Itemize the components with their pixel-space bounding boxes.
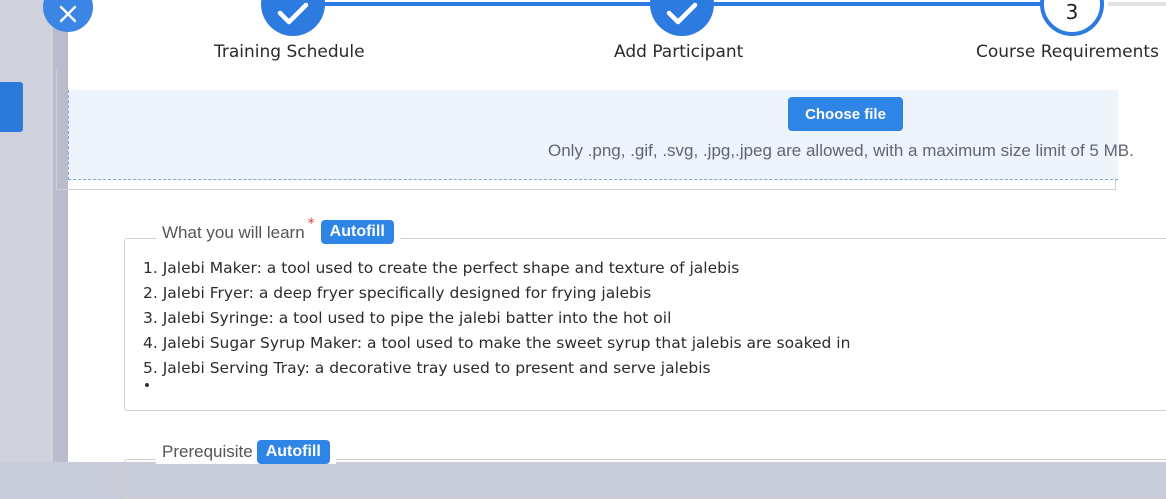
step-connector-3 xyxy=(1108,2,1166,6)
stepper: Training Schedule Add Participant 3 Cour… xyxy=(68,0,1166,90)
upload-hint: Only .png, .gif, .svg, .jpg,.jpeg are al… xyxy=(548,141,1134,160)
prerequisite-legend-label: Prerequisite xyxy=(162,442,253,461)
step-1-label: Training Schedule xyxy=(214,42,365,62)
learn-list: 1. Jalebi Maker: a tool used to create t… xyxy=(143,256,850,381)
step-2-label: Add Participant xyxy=(614,42,744,62)
prerequisite-textarea[interactable] xyxy=(124,459,1166,499)
step-2-circle[interactable] xyxy=(650,0,714,36)
learn-autofill-button[interactable]: Autofill xyxy=(320,220,394,244)
checkmark-icon xyxy=(666,2,698,25)
step-3-label: Course Requirements xyxy=(976,42,1159,62)
list-item: 3. Jalebi Syringe: a tool used to pipe t… xyxy=(143,309,672,327)
choose-file-button[interactable]: Choose file xyxy=(788,97,903,131)
step-connector-2 xyxy=(713,2,1048,6)
prerequisite-legend: Prerequisite Autofill xyxy=(156,440,336,464)
list-item: 4. Jalebi Sugar Syrup Maker: a tool used… xyxy=(143,334,851,352)
checkmark-icon xyxy=(277,2,309,25)
step-3-number: 3 xyxy=(1065,0,1079,24)
required-mark: * xyxy=(307,216,315,232)
step-connector-1 xyxy=(324,2,664,6)
file-drop-zone[interactable] xyxy=(68,90,1118,180)
list-item: 1. Jalebi Maker: a tool used to create t… xyxy=(143,259,740,277)
backdrop-sidebar-tab xyxy=(0,82,23,132)
step-1-circle[interactable] xyxy=(261,0,325,36)
close-icon xyxy=(59,5,77,23)
learn-legend-label: What you will learn xyxy=(162,223,305,242)
list-item: 5. Jalebi Serving Tray: a decorative tra… xyxy=(143,359,711,377)
list-item: 2. Jalebi Fryer: a deep fryer specifical… xyxy=(143,284,652,302)
learn-legend: What you will learn * Autofill xyxy=(156,216,400,244)
list-bullet xyxy=(145,383,149,387)
prerequisite-autofill-button[interactable]: Autofill xyxy=(256,440,330,464)
step-3-circle[interactable]: 3 xyxy=(1040,0,1104,36)
